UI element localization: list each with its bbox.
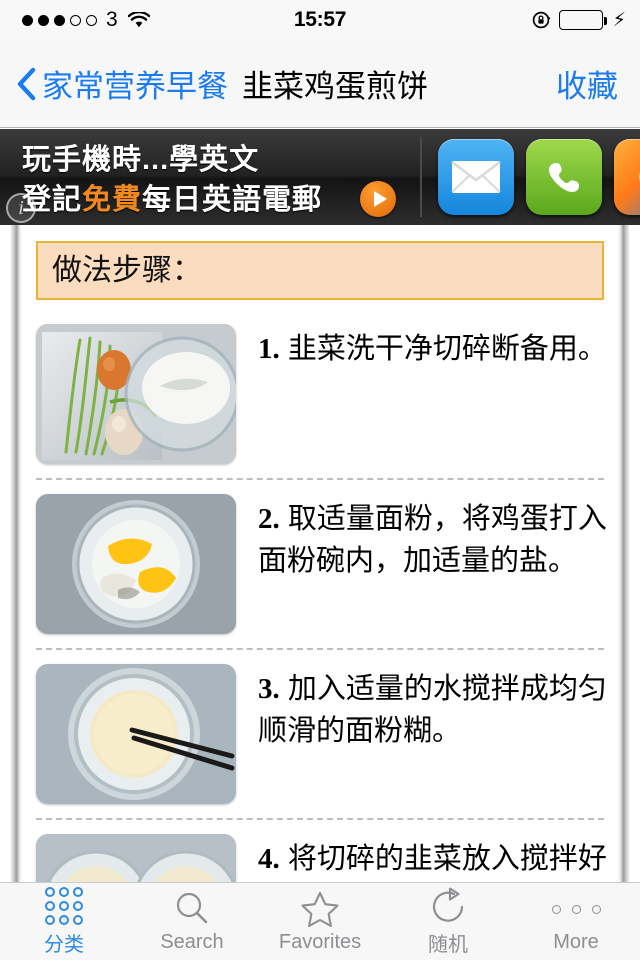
- chevron-left-icon: [16, 67, 36, 101]
- back-button[interactable]: 家常营养早餐: [16, 61, 228, 106]
- page-right-edge: [618, 225, 630, 885]
- tab-bar: 分类 Search Favorites 随机 More: [0, 882, 640, 960]
- steps-list: 1. 韭菜洗干净切碎断备用。 2. 取适量面粉，将鸡蛋打入面粉碗内，加适量的盐。…: [22, 324, 618, 885]
- page-title: 韭菜鸡蛋煎饼: [242, 69, 428, 104]
- ad-subline-highlight: 免費: [82, 184, 143, 216]
- ad-headline: 玩手機時...學英文: [22, 144, 260, 176]
- star-icon: [300, 889, 340, 929]
- grid-icon: [45, 886, 83, 926]
- step-image[interactable]: [36, 494, 236, 634]
- status-bar: 3 15:57 ⚡: [0, 0, 640, 40]
- tab-more-label: More: [553, 931, 599, 953]
- ad-divider: [420, 137, 422, 217]
- step-number: 2.: [258, 503, 280, 535]
- step-number: 1.: [258, 333, 280, 365]
- tab-favorites[interactable]: Favorites: [256, 883, 384, 960]
- section-header: 做法步骤：: [36, 241, 604, 300]
- status-bar-right: ⚡: [532, 0, 626, 40]
- other-app-icon[interactable]: [614, 139, 640, 215]
- tab-search-label: Search: [160, 931, 224, 953]
- clock-label: 15:57: [293, 8, 347, 31]
- more-dots-icon: [551, 889, 601, 929]
- app-root: 3 15:57 ⚡ 家常营养早餐 韭菜鸡蛋煎饼 收藏 玩手機時...學英文 登記…: [0, 0, 640, 960]
- lightning-bolt-icon: ⚡: [612, 9, 626, 31]
- ad-subline-suffix: 每日英語電郵: [142, 184, 323, 216]
- mail-app-icon[interactable]: [438, 139, 514, 215]
- step-number: 4.: [258, 843, 280, 875]
- step-body: 取适量面粉，将鸡蛋打入面粉碗内，加适量的盐。: [258, 503, 607, 578]
- tab-favorites-label: Favorites: [278, 931, 362, 953]
- search-icon: [173, 889, 211, 929]
- step-divider: [36, 648, 604, 650]
- step-divider: [36, 478, 604, 480]
- step-text: 4. 将切碎的韭菜放入搅拌好的: [258, 834, 608, 885]
- step-image[interactable]: [36, 664, 236, 804]
- navigation-bar: 家常营养早餐 韭菜鸡蛋煎饼 收藏: [0, 40, 640, 128]
- step-body: 加入适量的水搅拌成均匀顺滑的面粉糊。: [258, 673, 607, 748]
- ad-banner[interactable]: 玩手機時...學英文 登記免費每日英語電郵 i: [0, 129, 640, 225]
- back-button-label: 家常营养早餐: [42, 69, 228, 104]
- tab-search[interactable]: Search: [128, 883, 256, 960]
- step-text: 2. 取适量面粉，将鸡蛋打入面粉碗内，加适量的盐。: [258, 494, 608, 582]
- phone-app-icon[interactable]: [526, 139, 602, 215]
- page-left-edge: [10, 225, 22, 885]
- battery-icon: [558, 10, 607, 30]
- ad-subline: 登記免費每日英語電郵: [22, 176, 322, 218]
- tab-random[interactable]: 随机: [384, 883, 512, 960]
- list-item[interactable]: 4. 将切碎的韭菜放入搅拌好的: [22, 834, 618, 885]
- list-item[interactable]: 1. 韭菜洗干净切碎断备用。: [22, 324, 618, 464]
- refresh-icon: [429, 886, 467, 926]
- step-text: 1. 韭菜洗干净切碎断备用。: [258, 324, 607, 370]
- rotation-lock-icon: [532, 10, 552, 30]
- step-body: 将切碎的韭菜放入搅拌好的: [287, 843, 607, 875]
- step-divider: [36, 818, 604, 820]
- ad-app-icons: [438, 129, 640, 225]
- ad-info-badge[interactable]: i: [6, 193, 36, 223]
- favorite-button[interactable]: 收藏: [556, 61, 618, 106]
- content-scroll-area[interactable]: 做法步骤： 1. 韭菜洗干净切碎断备用。 2. 取适量面粉，将鸡蛋打入面粉碗内，…: [0, 225, 640, 885]
- list-item[interactable]: 3. 加入适量的水搅拌成均匀顺滑的面粉糊。: [22, 664, 618, 804]
- play-button-icon[interactable]: [360, 181, 396, 217]
- tab-categories[interactable]: 分类: [0, 883, 128, 960]
- article-page: 做法步骤： 1. 韭菜洗干净切碎断备用。 2. 取适量面粉，将鸡蛋打入面粉碗内，…: [22, 225, 618, 885]
- tab-random-label: 随机: [428, 934, 468, 956]
- ad-text-area: 玩手機時...學英文 登記免費每日英語電郵: [0, 129, 420, 225]
- tab-categories-label: 分类: [44, 934, 84, 956]
- tab-more[interactable]: More: [512, 883, 640, 960]
- step-body: 韭菜洗干净切碎断备用。: [287, 333, 607, 365]
- list-item[interactable]: 2. 取适量面粉，将鸡蛋打入面粉碗内，加适量的盐。: [22, 494, 618, 634]
- step-number: 3.: [258, 673, 280, 705]
- step-text: 3. 加入适量的水搅拌成均匀顺滑的面粉糊。: [258, 664, 608, 752]
- step-image[interactable]: [36, 834, 236, 885]
- section-header-label: 做法步骤：: [52, 254, 202, 287]
- step-image[interactable]: [36, 324, 236, 464]
